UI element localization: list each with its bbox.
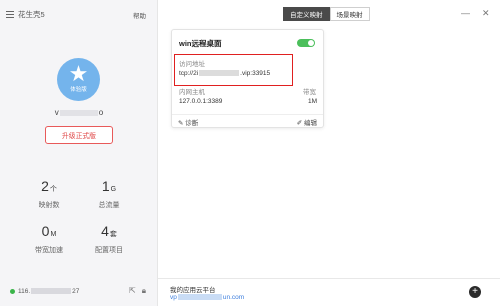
bandwidth-value: 1M [308, 98, 318, 105]
lan-host-value: 127.0.0.1:3389 [179, 98, 223, 105]
tab-custom-mapping[interactable]: 自定义映射 [283, 7, 330, 21]
menu-icon[interactable] [6, 11, 14, 18]
add-mapping-button[interactable]: + [469, 286, 481, 298]
upgrade-button[interactable]: 升级正式版 [45, 126, 113, 144]
status-bar: 116. 27 ⇱ 🔒︎ [0, 284, 158, 298]
tab-scene-mapping[interactable]: 场景映射 [329, 7, 370, 21]
diagnose-button[interactable]: ✎︎ 诊断 [178, 117, 198, 127]
mapping-card[interactable]: win远程桌面 访问地址 tcp://2i .vip:33915 内网主机 带宽 … [171, 29, 324, 128]
redacted-mask [31, 287, 72, 294]
minimize-icon[interactable]: — [461, 8, 470, 18]
app-title: 花生壳5 [6, 9, 45, 20]
redacted-mask [59, 109, 98, 116]
app-title-text: 花生壳5 [18, 10, 45, 19]
lan-host-label: 内网主机 [179, 89, 205, 96]
lock-icon[interactable]: 🔒︎ [142, 286, 146, 296]
edit-icon: ✐ [296, 120, 303, 127]
bandwidth-label: 带宽 [303, 89, 316, 96]
sidebar: 花生壳5 帮助 ★ 体验版 vo 升级正式版 2个 映射数 1G 总流量 0M … [0, 0, 158, 306]
stat-traffic: 1G 总流量 [98, 178, 120, 209]
username: vo [54, 108, 104, 117]
redacted-mask [199, 70, 240, 77]
redacted-mask [177, 294, 222, 301]
help-link[interactable]: 帮助 [133, 10, 146, 20]
share-icon[interactable]: ⇱ [129, 286, 136, 296]
star-icon: ★ [68, 61, 89, 86]
public-ip: 116. 27 [18, 287, 80, 295]
mapping-title: win远程桌面 [179, 39, 222, 48]
access-address-value[interactable]: tcp://2i .vip:33915 [179, 70, 270, 77]
cloud-platform-link[interactable]: vp un.com [170, 294, 244, 301]
close-icon[interactable]: ✕ [482, 8, 490, 19]
stat-config: 4套 配置项目 [95, 223, 123, 254]
account-badge: 体验版 [70, 87, 87, 93]
access-address-label: 访问地址 [179, 61, 205, 68]
cloud-platform-title: 我的应用云平台 [170, 287, 216, 294]
cloud-platform-bar: 我的应用云平台 vp un.com [158, 278, 500, 306]
avatar[interactable]: ★ 体验版 [57, 58, 100, 101]
stat-bandwidth: 0M 带宽加速 [35, 223, 63, 254]
stat-mappings: 2个 映射数 [38, 178, 60, 209]
mapping-toggle[interactable] [297, 39, 315, 47]
edit-button[interactable]: ✐ 编辑 [297, 117, 317, 127]
diagnose-icon: ✎︎ [178, 120, 184, 127]
mapping-tabs: 自定义映射 场景映射 [283, 7, 370, 21]
card-footer: ✎︎ 诊断 ✐ 编辑 [172, 114, 323, 129]
online-status-dot [10, 288, 15, 294]
